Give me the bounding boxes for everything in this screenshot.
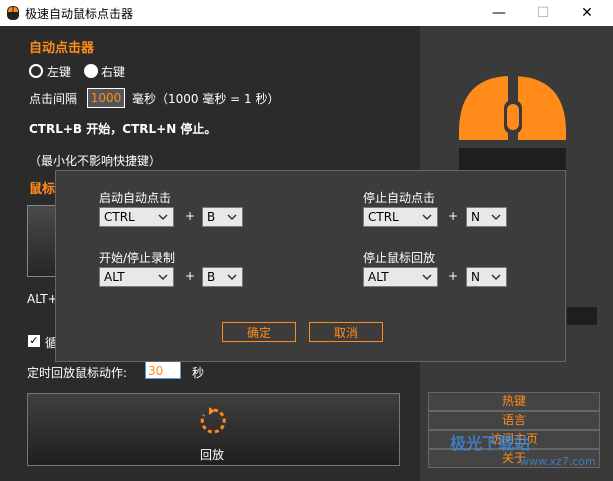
start-auto-label: 启动自动点击 — [99, 191, 172, 205]
alt-hint: ALT+ — [27, 292, 58, 306]
chevron-down-icon — [422, 214, 432, 221]
window-title: 极速自动鼠标点击器 — [25, 7, 134, 21]
plus-sign: + — [185, 209, 196, 223]
shortcut-hint: CTRL+B 开始，CTRL+N 停止。 — [29, 122, 217, 136]
language-link[interactable]: 语言 — [428, 411, 600, 430]
close-button[interactable]: ✕ — [572, 3, 602, 23]
record-button[interactable] — [27, 205, 57, 277]
timer-label: 定时回放鼠标动作: — [27, 366, 128, 380]
right-key-label: 右键 — [101, 65, 126, 79]
chevron-down-icon — [158, 214, 168, 221]
chevron-down-icon — [491, 274, 501, 281]
interval-input[interactable]: 1000 — [87, 88, 125, 108]
maximize-button[interactable]: ☐ — [528, 3, 558, 23]
playback-button[interactable]: 回放 — [27, 393, 400, 466]
mouse-logo-icon — [459, 72, 566, 182]
plus-sign: + — [448, 269, 459, 283]
minimize-note: （最小化不影响快捷键） — [29, 154, 162, 168]
timer-input[interactable]: 30 — [145, 361, 181, 379]
replay-icon — [200, 407, 226, 434]
start-auto-modifier-select[interactable]: CTRL — [99, 207, 174, 227]
record-modifier-select[interactable]: ALT — [99, 267, 174, 287]
loop-checkbox[interactable]: ✓ — [28, 335, 40, 347]
chevron-down-icon — [491, 214, 501, 221]
plus-sign: + — [448, 209, 459, 223]
mouse-icon — [7, 6, 19, 20]
stop-auto-modifier-select[interactable]: CTRL — [363, 207, 438, 227]
plus-sign: + — [185, 269, 196, 283]
watermark-logo: 极光下载站 — [450, 434, 531, 453]
stop-auto-label: 停止自动点击 — [363, 191, 436, 205]
interval-label: 点击间隔 — [29, 92, 78, 106]
record-key-select[interactable]: B — [202, 267, 243, 287]
stop-playback-label: 停止鼠标回放 — [363, 251, 436, 265]
interval-unit: 毫秒（1000 毫秒 = 1 秒） — [132, 92, 280, 106]
chevron-down-icon — [422, 274, 432, 281]
hotkey-dialog: 启动自动点击 停止自动点击 CTRL + B CTRL + N 开始/停止录制 … — [55, 170, 566, 362]
playback-key-select[interactable]: N — [466, 267, 507, 287]
cancel-button[interactable]: 取消 — [309, 322, 383, 342]
timer-unit: 秒 — [192, 366, 205, 380]
left-key-label: 左键 — [47, 65, 72, 79]
right-panel-block — [567, 307, 597, 325]
record-label: 开始/停止录制 — [99, 251, 176, 265]
title-bar: 极速自动鼠标点击器 — ☐ ✕ — [0, 0, 613, 26]
chevron-down-icon — [227, 274, 237, 281]
start-auto-key-select[interactable]: B — [202, 207, 243, 227]
playback-modifier-select[interactable]: ALT — [363, 267, 438, 287]
chevron-down-icon — [158, 274, 168, 281]
autoclick-section-title: 自动点击器 — [29, 41, 95, 56]
watermark-url: www.xz7.com — [520, 455, 596, 468]
chevron-down-icon — [227, 214, 237, 221]
playback-label: 回放 — [200, 448, 225, 462]
left-key-radio[interactable] — [29, 64, 43, 78]
hotkey-link[interactable]: 热键 — [428, 392, 600, 411]
record-section-title: 鼠标 — [29, 182, 56, 197]
stop-auto-key-select[interactable]: N — [466, 207, 507, 227]
right-key-radio[interactable] — [84, 64, 98, 78]
minimize-button[interactable]: — — [484, 3, 514, 23]
ok-button[interactable]: 确定 — [222, 322, 296, 342]
